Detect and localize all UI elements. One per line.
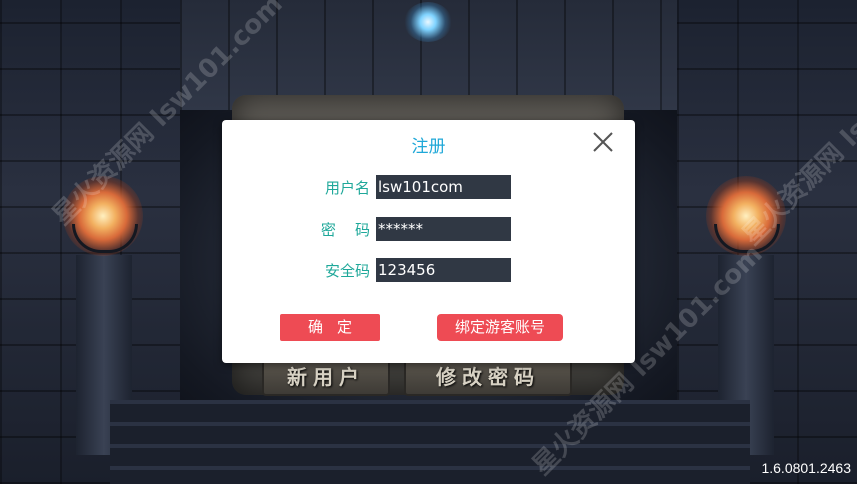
version-label: 1.6.0801.2463 [761, 460, 851, 476]
bind-guest-account-button[interactable]: 绑定游客账号 [437, 314, 563, 341]
change-password-button[interactable]: 修改密码 [404, 358, 572, 396]
ceiling-light [404, 2, 452, 42]
username-input[interactable] [376, 175, 511, 199]
dialog-title: 注册 [411, 137, 446, 157]
confirm-button[interactable]: 确定 [280, 314, 380, 341]
close-icon[interactable] [590, 129, 616, 155]
register-dialog: 注册 用户名 密 码 安全码 确定 绑定游客账号 [222, 120, 635, 363]
security-code-row: 安全码 [222, 258, 635, 282]
username-row: 用户名 [222, 175, 635, 199]
password-input[interactable] [376, 217, 511, 241]
password-row: 密 码 [222, 217, 635, 241]
password-label: 密 码 [320, 221, 370, 239]
stone-stairs [110, 400, 750, 484]
security-code-label: 安全码 [324, 262, 370, 280]
new-user-button[interactable]: 新用户 [262, 358, 390, 396]
security-code-input[interactable] [376, 258, 511, 282]
username-label: 用户名 [324, 179, 370, 197]
game-scene: 新用户 修改密码 星火资源网 lsw101.com 星火资源网 lsw101.c… [0, 0, 857, 484]
